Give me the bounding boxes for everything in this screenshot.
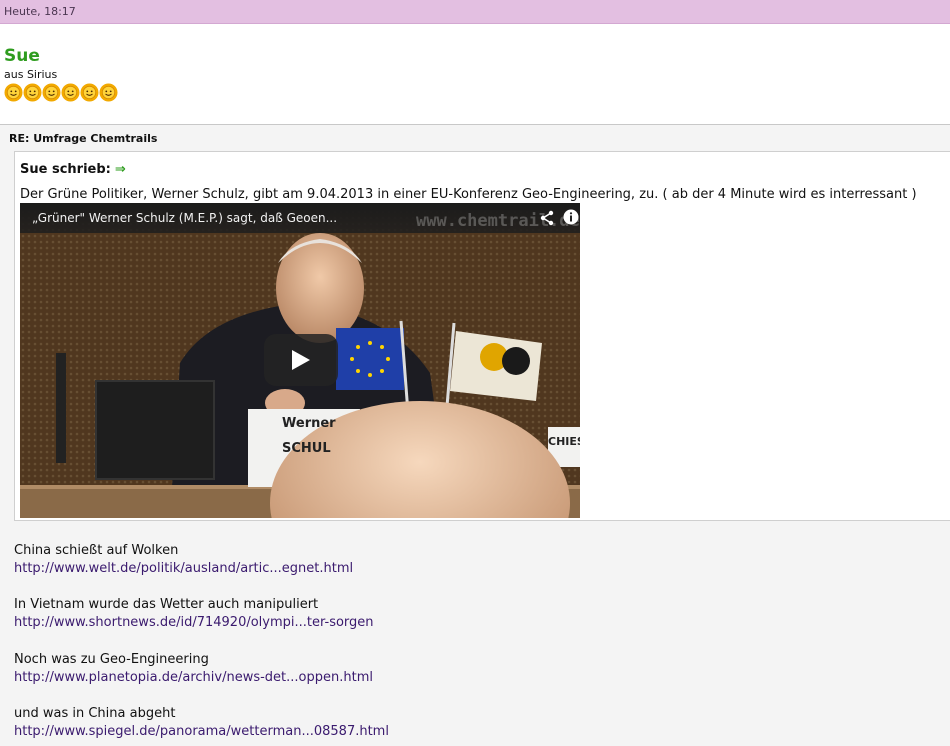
- sun-smiley-icon: [4, 83, 23, 102]
- video-player[interactable]: Werner SCHUL CHIES „Grüner" Werner Schul…: [20, 203, 580, 518]
- paragraph-text: China schießt auf Wolken: [14, 543, 179, 558]
- nameplate-line2: SCHUL: [282, 441, 331, 456]
- author-origin: aus Sirius: [4, 68, 58, 81]
- side-label: CHIES: [548, 435, 580, 448]
- paragraph-link[interactable]: http://www.shortnews.de/id/714920/olympi…: [14, 615, 374, 630]
- video-watermark: www.chemtrail.de: [416, 211, 580, 231]
- quote-block: Sue schrieb: ⇒ Der Grüne Politiker, Werne…: [14, 151, 950, 521]
- paragraph-text: Noch was zu Geo-Engineering: [14, 652, 209, 667]
- paragraph-link[interactable]: http://www.planetopia.de/archiv/news-det…: [14, 670, 373, 685]
- paragraph-link[interactable]: http://www.welt.de/politik/ausland/artic…: [14, 561, 353, 576]
- nameplate-line1: Werner: [282, 416, 336, 431]
- post-timestamp: Heute, 18:17: [4, 5, 76, 18]
- video-title-bar: „Grüner" Werner Schulz (M.E.P.) sagt, da…: [20, 203, 580, 233]
- author-block: Sue aus Sirius: [0, 24, 950, 124]
- author-name[interactable]: Sue: [4, 46, 40, 66]
- post-body: RE: Umfrage Chemtrails Sue schrieb: ⇒ Der…: [0, 124, 950, 746]
- post-header-bar: Heute, 18:17: [0, 0, 950, 24]
- sun-smiley-icon: [99, 83, 118, 102]
- quote-author-label: Sue schrieb:: [20, 162, 111, 177]
- rank-smileys: [4, 83, 118, 103]
- quote-text: Der Grüne Politiker, Werner Schulz, gibt…: [20, 187, 917, 202]
- play-icon: [292, 350, 310, 370]
- share-icon[interactable]: [539, 210, 555, 226]
- sun-smiley-icon: [23, 83, 42, 102]
- sun-smiley-icon: [42, 83, 61, 102]
- paragraph-link[interactable]: http://www.spiegel.de/panorama/wetterman…: [14, 724, 389, 739]
- quote-header: Sue schrieb: ⇒: [20, 162, 126, 177]
- play-button[interactable]: [264, 334, 338, 386]
- video-title[interactable]: „Grüner" Werner Schulz (M.E.P.) sagt, da…: [32, 211, 337, 225]
- post-subject: RE: Umfrage Chemtrails: [9, 132, 158, 145]
- sun-smiley-icon: [80, 83, 99, 102]
- paragraph-text: und was in China abgeht: [14, 706, 176, 721]
- quote-source-arrow-icon[interactable]: ⇒: [115, 162, 126, 177]
- sun-smiley-icon: [61, 83, 80, 102]
- paragraph-text: In Vietnam wurde das Wetter auch manipul…: [14, 597, 319, 612]
- info-icon[interactable]: [563, 209, 579, 225]
